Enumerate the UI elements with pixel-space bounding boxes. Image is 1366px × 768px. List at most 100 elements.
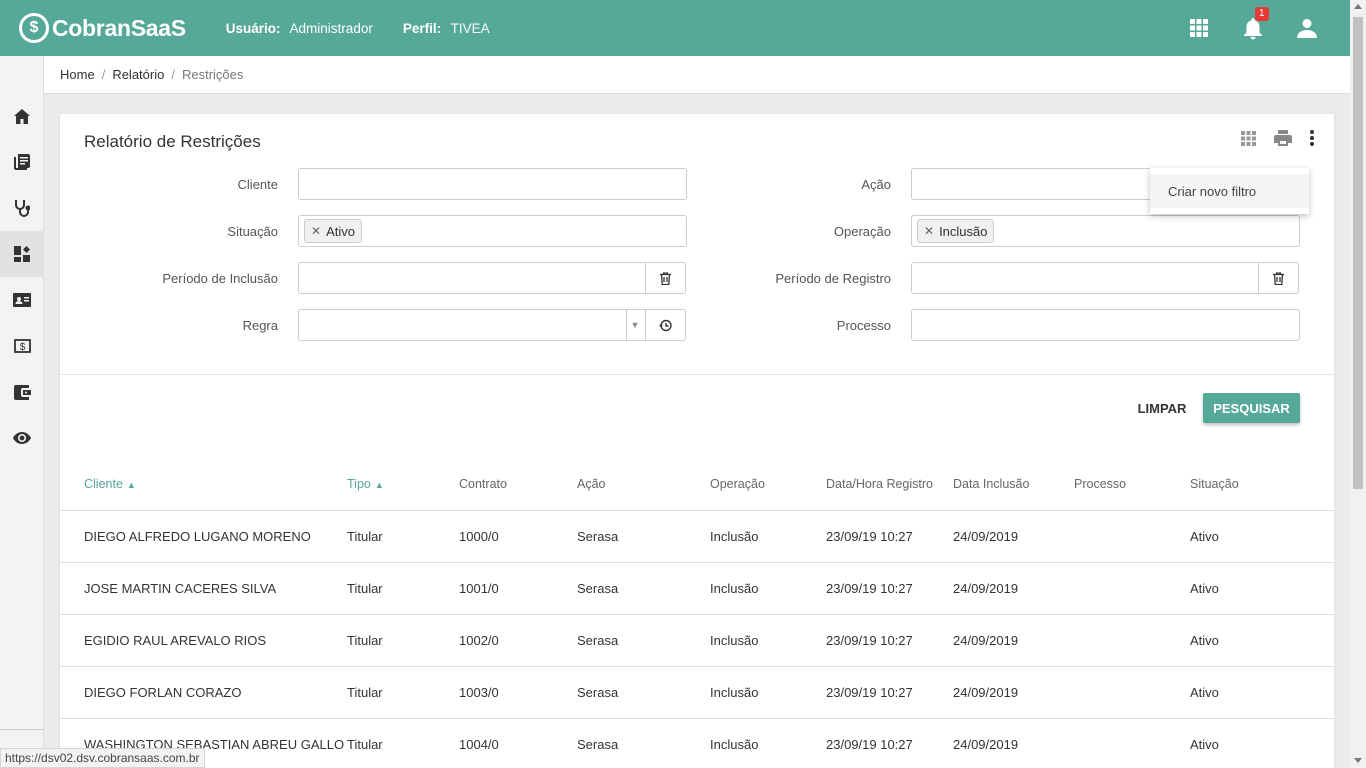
column-header-contrato[interactable]: Contrato — [459, 477, 507, 491]
regra-label: Regra — [242, 317, 278, 333]
remove-chip-icon[interactable]: ✕ — [924, 224, 934, 238]
user-menu-button[interactable] — [1280, 0, 1334, 56]
clear-periodo-inclusao-button[interactable] — [645, 263, 685, 293]
filter-operacao: Operação ✕ Inclusão — [693, 215, 1300, 247]
sort-asc-icon: ▲ — [126, 480, 136, 490]
operacao-select[interactable]: ✕ Inclusão — [911, 215, 1300, 247]
user-value: Administrador — [289, 20, 373, 36]
more-options-button[interactable] — [1310, 130, 1314, 149]
breadcrumb: Home / Relatório / Restrições — [44, 56, 1350, 94]
sidebar-item-health[interactable] — [0, 185, 44, 231]
sidebar-item-library[interactable] — [0, 139, 44, 185]
notifications-button[interactable]: 1 — [1226, 0, 1280, 56]
page-title: Relatório de Restrições — [84, 132, 261, 151]
table-row[interactable]: EGIDIO RAUL AREVALO RIOS Titular 1002/0 … — [60, 615, 1334, 667]
clear-periodo-registro-button[interactable] — [1258, 263, 1298, 293]
filter-processo: Processo — [693, 309, 1300, 341]
sidebar-item-finance[interactable]: $ — [0, 323, 44, 369]
print-button[interactable] — [1274, 130, 1292, 149]
cell-acao: Serasa — [577, 529, 619, 544]
cell-data-hora-registro: 23/09/19 10:27 — [826, 633, 913, 648]
column-header-data-inclusao[interactable]: Data Inclusão — [953, 477, 1029, 491]
trash-icon — [1273, 271, 1284, 285]
scroll-down-arrow[interactable] — [1354, 758, 1362, 763]
table-row[interactable]: DIEGO ALFREDO LUGANO MORENO Titular 1000… — [60, 511, 1334, 563]
periodo-inclusao-input[interactable] — [298, 262, 686, 294]
sidebar-item-contacts[interactable] — [0, 277, 44, 323]
dashboard-icon — [14, 246, 30, 262]
cell-acao: Serasa — [577, 685, 619, 700]
table-row[interactable]: WASHINGTON SEBASTIAN ABREU GALLO Titular… — [60, 719, 1334, 768]
profile-label: Perfil: — [402, 20, 442, 36]
cell-situacao: Ativo — [1190, 737, 1219, 752]
wallet-icon — [13, 384, 31, 400]
cell-data-hora-registro: 23/09/19 10:27 — [826, 529, 913, 544]
apps-grid-icon — [1190, 19, 1208, 37]
section-divider — [60, 374, 1334, 375]
profile-value: TIVEA — [450, 20, 490, 36]
remove-chip-icon[interactable]: ✕ — [311, 224, 321, 238]
scroll-up-arrow[interactable] — [1354, 4, 1362, 9]
cell-contrato: 1002/0 — [459, 633, 499, 648]
sort-asc-icon: ▲ — [374, 480, 384, 490]
breadcrumb-relatorio[interactable]: Relatório — [112, 67, 164, 82]
apps-grid-button[interactable] — [1172, 0, 1226, 56]
cliente-input[interactable] — [298, 168, 687, 200]
more-vertical-icon — [1310, 130, 1314, 146]
sidebar-item-dashboard[interactable] — [0, 231, 44, 277]
logo-icon: $ — [19, 13, 49, 43]
processo-input[interactable] — [911, 309, 1300, 341]
periodo-registro-input[interactable] — [911, 262, 1299, 294]
page-scrollbar[interactable] — [1350, 0, 1366, 768]
scrollbar-thumb[interactable] — [1353, 17, 1363, 489]
cell-acao: Serasa — [577, 581, 619, 596]
table-row[interactable]: JOSE MARTIN CACERES SILVA Titular 1001/0… — [60, 563, 1334, 615]
cell-situacao: Ativo — [1190, 529, 1219, 544]
user-info: Usuário: Administrador — [226, 21, 373, 36]
cell-data-inclusao: 24/09/2019 — [953, 737, 1019, 752]
column-header-tipo[interactable]: Tipo ▲ — [347, 477, 384, 491]
breadcrumb-home[interactable]: Home — [60, 67, 95, 82]
cliente-label: Cliente — [237, 176, 278, 192]
cell-data-hora-registro: 23/09/19 10:27 — [826, 737, 913, 752]
cell-data-inclusao: 24/09/2019 — [953, 633, 1019, 648]
columns-grid-button[interactable] — [1241, 130, 1256, 149]
search-button[interactable]: PESQUISAR — [1203, 393, 1300, 423]
cell-acao: Serasa — [577, 633, 619, 648]
sidebar-item-home[interactable] — [0, 93, 44, 139]
operacao-chip-label: Inclusão — [939, 223, 988, 239]
top-navbar: $ CobranSaaS Usuário: Administrador Perf… — [0, 0, 1350, 56]
breadcrumb-separator: / — [101, 67, 106, 82]
regra-select[interactable]: ▼ — [298, 309, 686, 341]
cell-data-inclusao: 24/09/2019 — [953, 685, 1019, 700]
column-label: Tipo — [347, 477, 371, 491]
situacao-chip: ✕ Ativo — [304, 219, 362, 243]
filter-situacao: Situação ✕ Ativo — [80, 215, 687, 247]
column-header-processo[interactable]: Processo — [1074, 477, 1126, 491]
menu-item-create-filter[interactable]: Criar novo filtro — [1150, 174, 1309, 208]
table-row[interactable]: DIEGO FORLAN CORAZO Titular 1003/0 Seras… — [60, 667, 1334, 719]
column-header-data-hora-registro[interactable]: Data/Hora Registro — [826, 477, 933, 491]
situacao-select[interactable]: ✕ Ativo — [298, 215, 687, 247]
cell-contrato: 1004/0 — [459, 737, 499, 752]
sidebar-item-wallet[interactable] — [0, 369, 44, 415]
app-logo[interactable]: $ CobranSaaS — [19, 13, 186, 43]
svg-text:$: $ — [19, 342, 25, 353]
periodo-inclusao-label: Período de Inclusão — [162, 270, 278, 286]
column-header-cliente[interactable]: Cliente ▲ — [84, 477, 136, 491]
cell-contrato: 1000/0 — [459, 529, 499, 544]
cell-data-inclusao: 24/09/2019 — [953, 581, 1019, 596]
column-header-situacao[interactable]: Situação — [1190, 477, 1239, 491]
profile-info: Perfil: TIVEA — [403, 21, 490, 36]
chevron-down-icon[interactable]: ▼ — [626, 310, 643, 340]
sidebar-item-view[interactable] — [0, 415, 44, 461]
money-icon: $ — [13, 339, 31, 353]
cell-acao: Serasa — [577, 737, 619, 752]
regra-action-button[interactable] — [645, 310, 685, 340]
column-header-operacao[interactable]: Operação — [710, 477, 765, 491]
more-options-menu: Criar novo filtro — [1150, 168, 1309, 214]
column-header-acao[interactable]: Ação — [577, 477, 606, 491]
user-label: Usuário: — [225, 20, 281, 36]
cell-data-inclusao: 24/09/2019 — [953, 529, 1019, 544]
clear-button[interactable]: LIMPAR — [1132, 393, 1192, 423]
